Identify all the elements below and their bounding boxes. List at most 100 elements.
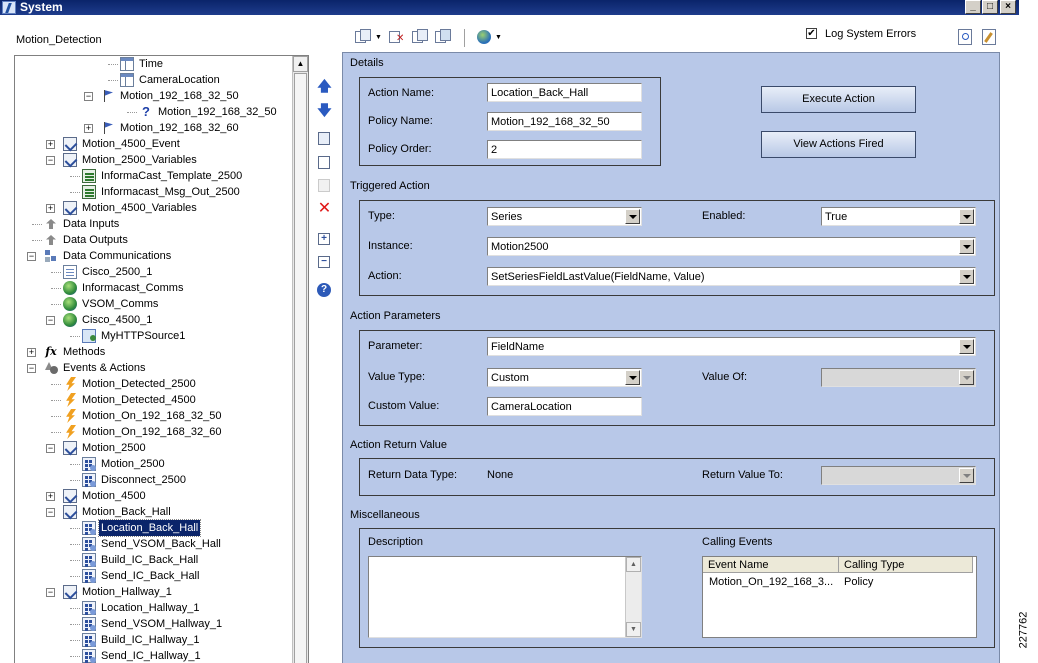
chevron-down-icon[interactable]: ▼ [375,34,382,41]
expand-icon[interactable]: + [84,124,93,133]
copy-item-icon[interactable] [411,29,429,45]
collapse-icon[interactable]: − [27,364,36,373]
action-name-field[interactable]: Location_Back_Hall [487,83,642,102]
expand-icon[interactable]: + [46,492,55,501]
move-down-icon[interactable]: 🡇 [316,102,333,119]
paste-icon[interactable] [316,154,333,171]
tree-item[interactable]: Build_IC_Back_Hall [15,552,292,568]
description-scrollbar[interactable]: ▲ ▼ [625,557,641,637]
tree-item[interactable]: InformaCast_Template_2500 [15,168,292,184]
scroll-down-icon[interactable]: ▼ [626,622,641,637]
collapse-icon[interactable]: − [46,588,55,597]
expand-icon[interactable]: + [46,140,55,149]
chevron-down-icon[interactable] [625,370,640,385]
tree-item[interactable]: − Data Communications [15,248,292,264]
value-type-dropdown[interactable]: Custom [487,368,642,387]
tree-item[interactable]: − Motion_Hallway_1 [15,584,292,600]
description-textarea[interactable]: ▲ ▼ [368,556,642,638]
collapse-icon[interactable]: − [46,316,55,325]
tree-item[interactable]: + Motion_4500 [15,488,292,504]
collapse-icon[interactable]: − [46,444,55,453]
view-actions-fired-button[interactable]: View Actions Fired [761,131,916,158]
scroll-up-icon[interactable]: ▲ [626,557,641,572]
delete-icon[interactable]: ✕ [316,200,333,217]
tree-item[interactable]: + Motion_4500_Event [15,136,292,152]
chevron-down-icon[interactable] [625,209,640,224]
system-tree[interactable]: Time CameraLocation − Motion_192_168_32_50?… [14,55,309,663]
tree-item[interactable]: ? Motion_192_168_32_50 [15,104,292,120]
properties-icon[interactable] [434,29,452,45]
expand-icon[interactable]: + [46,204,55,213]
type-dropdown[interactable]: Series [487,207,642,226]
preview-icon[interactable] [958,29,972,45]
tree-item[interactable]: Motion_Detected_2500 [15,376,292,392]
tree-item[interactable]: Time [15,56,292,72]
tree-item[interactable]: Data Outputs [15,232,292,248]
tree-item[interactable]: Data Inputs [15,216,292,232]
chevron-down-icon[interactable] [959,339,974,354]
tree-item[interactable]: − Motion_192_168_32_50 [15,88,292,104]
tree-scroll-thumb[interactable] [294,73,307,663]
scroll-up-icon[interactable]: ▲ [293,56,308,72]
collapse-icon[interactable]: − [46,508,55,517]
tree-item[interactable]: Motion_Detected_4500 [15,392,292,408]
calling-events-list[interactable]: Event Name Calling Type Motion_On_192_16… [702,556,977,638]
expand-icon[interactable]: + [27,348,36,357]
parameter-dropdown[interactable]: FieldName [487,337,976,356]
instance-dropdown[interactable]: Motion2500 [487,237,976,256]
chevron-down-icon[interactable] [959,269,974,284]
tree-item[interactable]: Build_IC_Hallway_1 [15,632,292,648]
close-button[interactable]: × [1000,0,1016,14]
tree-item[interactable]: Motion_On_192_168_32_50 [15,408,292,424]
collapse-icon[interactable]: − [318,256,330,268]
action-dropdown[interactable]: SetSeriesFieldLastValue(FieldName, Value… [487,267,976,286]
tree-item[interactable]: Motion_On_192_168_32_60 [15,424,292,440]
minimize-button[interactable]: _ [965,0,981,14]
copy-icon[interactable] [316,130,333,147]
edit-icon[interactable] [982,29,996,45]
new-item-icon[interactable] [354,29,372,45]
tree-item[interactable]: Informacast_Comms [15,280,292,296]
tree-item[interactable]: Send_VSOM_Back_Hall [15,536,292,552]
expand-icon[interactable]: + [318,233,330,245]
tree-item[interactable]: Disconnect_2500 [15,472,292,488]
maximize-button[interactable]: □ [982,0,998,14]
tree-item[interactable]: − Cisco_4500_1 [15,312,292,328]
calling-type-cell[interactable]: Policy [844,575,964,589]
move-up-icon[interactable]: 🡅 [316,78,333,95]
tree-item[interactable]: Informacast_Msg_Out_2500 [15,184,292,200]
tree-item[interactable]: + Motion_192_168_32_60 [15,120,292,136]
tree-item[interactable]: Send_IC_Hallway_1 [15,648,292,663]
calling-type-column-header[interactable]: Calling Type [839,557,973,573]
tree-item[interactable]: + Motion_4500_Variables [15,200,292,216]
tree-item[interactable]: Location_Back_Hall [15,519,292,537]
chevron-down-icon[interactable]: ▼ [495,34,502,41]
collapse-icon[interactable]: − [27,252,36,261]
tree-item[interactable]: CameraLocation [15,72,292,88]
chevron-down-icon[interactable] [959,209,974,224]
tree-item[interactable]: − Motion_Back_Hall [15,504,292,520]
collapse-icon[interactable]: − [84,92,93,101]
enabled-dropdown[interactable]: True [821,207,976,226]
tree-item[interactable]: Motion_2500 [15,456,292,472]
help-icon[interactable]: ? [317,283,331,297]
custom-value-field[interactable]: CameraLocation [487,397,642,416]
tree-item[interactable]: − Events & Actions [15,360,292,376]
tree-item[interactable]: Send_VSOM_Hallway_1 [15,616,292,632]
tree-item[interactable]: + fx Methods [15,344,292,360]
tree-scrollbar[interactable]: ▲ [292,56,308,663]
tree-item[interactable]: − Motion_2500 [15,440,292,456]
web-icon[interactable] [476,29,494,45]
policy-name-field[interactable]: Motion_192_168_32_50 [487,112,642,131]
tree-item[interactable]: Location_Hallway_1 [15,600,292,616]
execute-action-button[interactable]: Execute Action [761,86,916,113]
tree-item[interactable]: VSOM_Comms [15,296,292,312]
tree-item[interactable]: MyHTTPSource1 [15,328,292,344]
chevron-down-icon[interactable] [959,239,974,254]
log-system-errors-checkbox[interactable]: ✔ [806,28,817,39]
collapse-icon[interactable]: − [46,156,55,165]
calling-event-name-cell[interactable]: Motion_On_192_168_3... [709,575,837,589]
event-name-column-header[interactable]: Event Name [703,557,839,573]
tree-item[interactable]: Cisco_2500_1 [15,264,292,280]
tree-item[interactable]: Send_IC_Back_Hall [15,568,292,584]
